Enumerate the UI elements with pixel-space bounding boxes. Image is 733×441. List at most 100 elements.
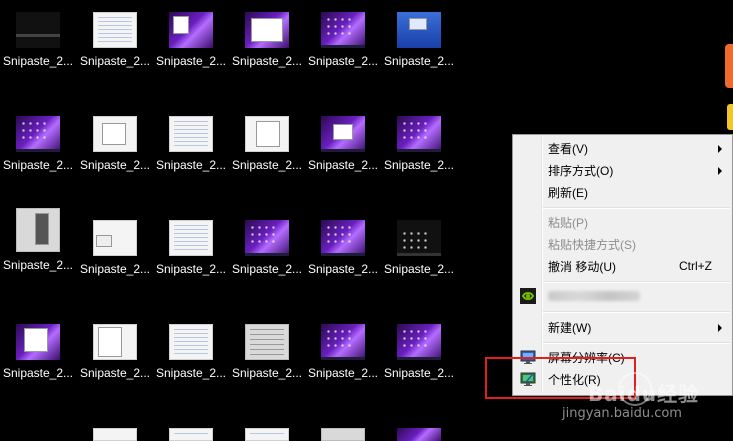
- menu-item-label: 排序方式(O): [548, 163, 614, 178]
- file-label: Snipaste_2...: [307, 158, 379, 172]
- menu-item-paste[interactable]: 粘贴(P): [515, 211, 730, 233]
- menu-item-label: 粘贴(P): [548, 215, 588, 230]
- image-thumbnail: [169, 116, 213, 152]
- file-label: Snipaste_2...: [307, 366, 379, 380]
- desktop-file-icon[interactable]: Snipaste_2...: [305, 104, 381, 204]
- menu-item-paste-shortcut[interactable]: 粘贴快捷方式(S): [515, 233, 730, 255]
- file-label: Snipaste_2...: [231, 54, 303, 68]
- menu-item-label: 撤消 移动(U): [548, 259, 616, 274]
- menu-item-new[interactable]: 新建(W): [515, 316, 730, 338]
- side-widget-orange[interactable]: [725, 44, 733, 88]
- desktop-file-icon[interactable]: Snipaste_2...: [153, 104, 229, 204]
- desktop-file-icon[interactable]: Snipaste_2...: [77, 0, 153, 100]
- desktop-file-icon[interactable]: Snipaste_2...: [381, 312, 457, 412]
- file-label: Snipaste_2...: [2, 158, 74, 172]
- menu-separator: [543, 281, 730, 283]
- watermark-brand: Baidu经验: [588, 382, 700, 406]
- image-thumbnail: [169, 220, 213, 256]
- file-label: Snipaste_2...: [155, 262, 227, 276]
- desktop-file-icon[interactable]: [381, 416, 457, 441]
- image-thumbnail: [169, 324, 213, 360]
- file-label: Snipaste_2...: [307, 54, 379, 68]
- menu-item-view[interactable]: 查看(V): [515, 137, 730, 159]
- menu-item-refresh[interactable]: 刷新(E): [515, 181, 730, 203]
- side-widget-yellow[interactable]: [727, 104, 733, 130]
- desktop-file-icon[interactable]: Snipaste_2...: [77, 104, 153, 204]
- desktop-file-icon[interactable]: Snipaste_2...: [229, 0, 305, 100]
- image-thumbnail: [93, 116, 137, 152]
- image-thumbnail: [321, 220, 365, 256]
- file-label: Snipaste_2...: [79, 366, 151, 380]
- image-thumbnail: [169, 12, 213, 48]
- image-thumbnail: [16, 208, 60, 252]
- nvidia-icon: [520, 288, 536, 304]
- desktop-file-icon[interactable]: Snipaste_2...: [305, 0, 381, 100]
- image-thumbnail: [321, 324, 365, 360]
- file-label: Snipaste_2...: [155, 54, 227, 68]
- desktop-file-icon[interactable]: Snipaste_2...: [305, 312, 381, 412]
- file-label: Snipaste_2...: [383, 262, 455, 276]
- image-thumbnail: [16, 324, 60, 360]
- watermark-url: jingyan.baidu.com: [562, 406, 682, 421]
- desktop-file-icon[interactable]: Snipaste_2...: [0, 104, 76, 204]
- file-label: Snipaste_2...: [155, 158, 227, 172]
- desktop-file-icon[interactable]: Snipaste_2...: [381, 104, 457, 204]
- desktop-file-icon[interactable]: Snipaste_2...: [153, 208, 229, 308]
- menu-item-undo-move[interactable]: 撤消 移动(U) Ctrl+Z: [515, 255, 730, 277]
- image-thumbnail: [397, 12, 441, 48]
- file-label: Snipaste_2...: [231, 158, 303, 172]
- desktop-file-icon[interactable]: Snipaste_2...: [229, 312, 305, 412]
- desktop-file-icon[interactable]: [229, 416, 305, 441]
- file-label: Snipaste_2...: [79, 262, 151, 276]
- file-label: Snipaste_2...: [2, 366, 74, 380]
- menu-item-label: 粘贴快捷方式(S): [548, 237, 636, 252]
- menu-item-label: 查看(V): [548, 141, 588, 156]
- watermark: Baidu经验 jingyan.baidu.com: [556, 372, 732, 430]
- menu-item-label: 刷新(E): [548, 185, 588, 200]
- image-thumbnail: [93, 12, 137, 48]
- desktop-file-icon[interactable]: Snipaste_2...: [229, 104, 305, 204]
- image-thumbnail: [93, 428, 137, 441]
- desktop-file-icon[interactable]: [153, 416, 229, 441]
- image-thumbnail: [16, 12, 60, 48]
- file-label: Snipaste_2...: [383, 54, 455, 68]
- image-thumbnail: [397, 116, 441, 152]
- image-thumbnail: [397, 324, 441, 360]
- image-thumbnail: [245, 12, 289, 48]
- file-label: Snipaste_2...: [79, 158, 151, 172]
- image-thumbnail: [16, 116, 60, 152]
- desktop-file-icon[interactable]: Snipaste_2...: [0, 196, 76, 296]
- submenu-arrow-icon: [718, 167, 722, 175]
- menu-item-label: 新建(W): [548, 320, 592, 335]
- desktop-file-icon[interactable]: Snipaste_2...: [229, 208, 305, 308]
- desktop-file-icon[interactable]: Snipaste_2...: [0, 312, 76, 412]
- desktop-file-icon[interactable]: Snipaste_2...: [381, 0, 457, 100]
- file-label: Snipaste_2...: [231, 366, 303, 380]
- menu-separator: [543, 207, 730, 209]
- image-thumbnail: [93, 324, 137, 360]
- desktop-file-icon[interactable]: Snipaste_2...: [0, 0, 76, 100]
- desktop-file-icon[interactable]: Snipaste_2...: [77, 312, 153, 412]
- desktop-file-icon[interactable]: Snipaste_2...: [381, 208, 457, 308]
- desktop-file-icon[interactable]: [305, 416, 381, 441]
- submenu-arrow-icon: [718, 145, 722, 153]
- image-thumbnail: [245, 324, 289, 360]
- desktop-file-icon[interactable]: Snipaste_2...: [305, 208, 381, 308]
- image-thumbnail: [321, 116, 365, 152]
- menu-item-shortcut: Ctrl+Z: [679, 259, 712, 273]
- image-thumbnail: [397, 428, 441, 441]
- desktop-file-icon[interactable]: Snipaste_2...: [77, 208, 153, 308]
- desktop-file-icon[interactable]: Snipaste_2...: [153, 0, 229, 100]
- menu-item-sort[interactable]: 排序方式(O): [515, 159, 730, 181]
- desktop-file-icon[interactable]: Snipaste_2...: [153, 312, 229, 412]
- desktop-file-icon[interactable]: [77, 416, 153, 441]
- file-label: Snipaste_2...: [2, 258, 74, 272]
- image-thumbnail: [245, 428, 289, 441]
- file-label: Snipaste_2...: [155, 366, 227, 380]
- menu-item-nvidia-control-panel[interactable]: [515, 285, 730, 307]
- image-thumbnail: [245, 116, 289, 152]
- file-label: Snipaste_2...: [383, 158, 455, 172]
- file-label: Snipaste_2...: [231, 262, 303, 276]
- file-label: Snipaste_2...: [307, 262, 379, 276]
- file-label: Snipaste_2...: [383, 366, 455, 380]
